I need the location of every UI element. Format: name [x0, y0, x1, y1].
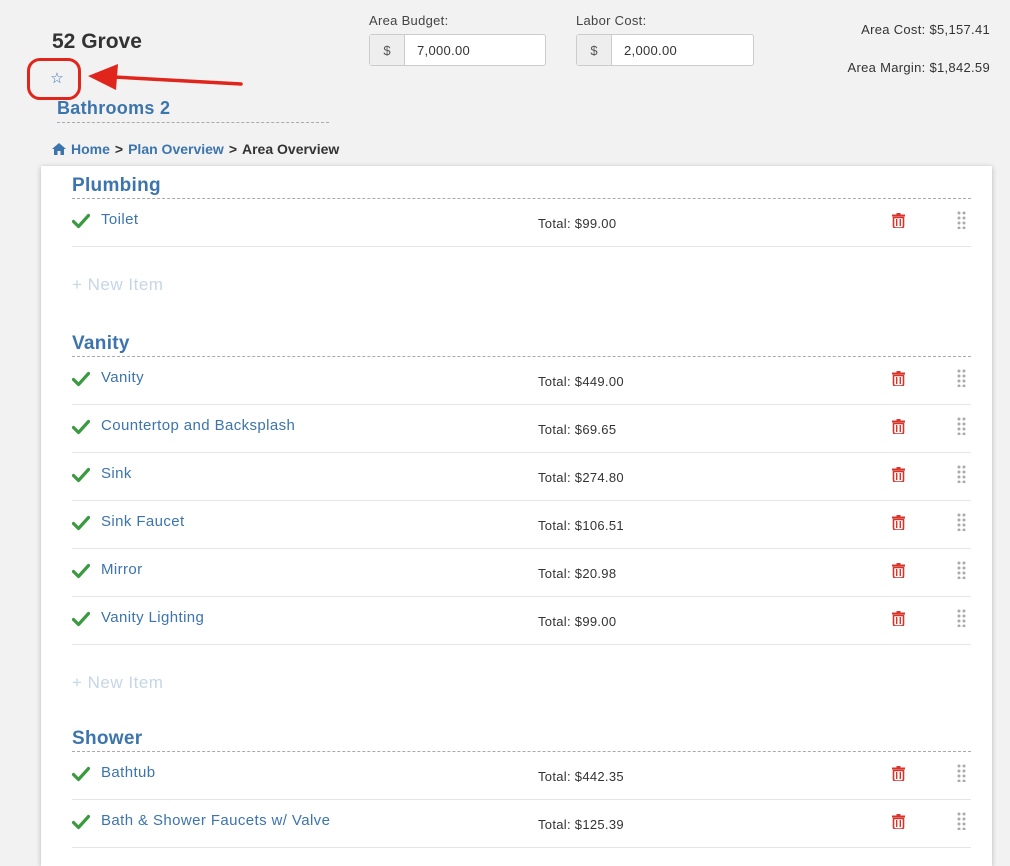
- area-budget-group: Area Budget: $: [369, 13, 546, 66]
- trash-icon[interactable]: [892, 814, 905, 829]
- trash-icon[interactable]: [892, 467, 905, 482]
- trash-icon[interactable]: [892, 766, 905, 781]
- currency-prefix: $: [577, 35, 612, 65]
- area-budget-label: Area Budget:: [369, 13, 449, 28]
- drag-handle-icon[interactable]: [957, 609, 966, 627]
- list-item: Bath & Shower Faucets w/ Valve Total: $1…: [72, 800, 971, 848]
- item-total: Total: $449.00: [538, 374, 624, 389]
- item-total: Total: $274.80: [538, 470, 624, 485]
- trash-icon[interactable]: [892, 515, 905, 530]
- item-total: Total: $20.98: [538, 566, 617, 581]
- drag-handle-icon[interactable]: [957, 764, 966, 782]
- project-title: 52 Grove: [52, 30, 142, 53]
- breadcrumb-separator: >: [114, 141, 124, 157]
- labor-cost-group: Labor Cost: $: [576, 13, 754, 66]
- list-item: Toilet Total: $99.00: [72, 199, 971, 247]
- breadcrumb-separator: >: [228, 141, 237, 157]
- item-name[interactable]: Mirror: [101, 561, 143, 578]
- new-item-button[interactable]: + New Item: [72, 645, 971, 703]
- item-total: Total: $106.51: [538, 518, 624, 533]
- section-title: Plumbing: [72, 174, 971, 199]
- item-total: Total: $442.35: [538, 769, 624, 784]
- list-item: Vanity Lighting Total: $99.00: [72, 597, 971, 645]
- item-total: Total: $69.65: [538, 422, 617, 437]
- check-icon: [72, 371, 90, 387]
- area-budget-input[interactable]: [405, 35, 545, 65]
- section-title: Vanity: [72, 332, 971, 357]
- item-name[interactable]: Toilet: [101, 211, 138, 228]
- item-total: Total: $99.00: [538, 216, 617, 231]
- drag-handle-icon[interactable]: [957, 812, 966, 830]
- annotation-arrow-icon: [88, 64, 243, 90]
- home-icon[interactable]: [52, 143, 66, 155]
- item-name[interactable]: Countertop and Backsplash: [101, 417, 295, 434]
- list-item: Bathtub Total: $442.35: [72, 752, 971, 800]
- section-vanity: Vanity Vanity Total: $449.00 Countertop …: [72, 332, 971, 703]
- star-icon[interactable]: ☆: [48, 70, 66, 88]
- item-total: Total: $125.39: [538, 817, 624, 832]
- section-plumbing: Plumbing Toilet Total: $99.00 + New Item: [72, 174, 971, 305]
- area-items-panel: Plumbing Toilet Total: $99.00 + New Item…: [41, 166, 992, 866]
- drag-handle-icon[interactable]: [957, 211, 966, 229]
- item-name[interactable]: Vanity: [101, 369, 144, 386]
- area-name[interactable]: Bathrooms 2: [57, 98, 329, 123]
- labor-cost-field: $: [576, 34, 754, 66]
- page-header: 52 Grove ☆ Bathrooms 2 Home > Plan Overv…: [0, 0, 1010, 166]
- check-icon: [72, 766, 90, 782]
- section-shower: Shower Bathtub Total: $442.35 Bath & Sho…: [72, 727, 971, 848]
- drag-handle-icon[interactable]: [957, 513, 966, 531]
- trash-icon[interactable]: [892, 419, 905, 434]
- check-icon: [72, 611, 90, 627]
- check-icon: [72, 419, 90, 435]
- area-budget-field: $: [369, 34, 546, 66]
- item-name[interactable]: Vanity Lighting: [101, 609, 204, 626]
- list-item: Sink Faucet Total: $106.51: [72, 501, 971, 549]
- trash-icon[interactable]: [892, 371, 905, 386]
- currency-prefix: $: [370, 35, 405, 65]
- trash-icon[interactable]: [892, 563, 905, 578]
- drag-handle-icon[interactable]: [957, 369, 966, 387]
- drag-handle-icon[interactable]: [957, 561, 966, 579]
- drag-handle-icon[interactable]: [957, 465, 966, 483]
- item-name[interactable]: Bathtub: [101, 764, 156, 781]
- list-item: Vanity Total: $449.00: [72, 357, 971, 405]
- item-name[interactable]: Sink: [101, 465, 132, 482]
- labor-cost-label: Labor Cost:: [576, 13, 647, 28]
- list-item: Countertop and Backsplash Total: $69.65: [72, 405, 971, 453]
- breadcrumb-plan-overview-link[interactable]: Plan Overview: [128, 141, 224, 157]
- breadcrumb-home-link[interactable]: Home: [71, 141, 110, 157]
- section-title: Shower: [72, 727, 971, 752]
- area-cost: Area Cost: $5,157.41: [861, 22, 990, 37]
- check-icon: [72, 213, 90, 229]
- trash-icon[interactable]: [892, 611, 905, 626]
- item-name[interactable]: Sink Faucet: [101, 513, 185, 530]
- new-item-button[interactable]: + New Item: [72, 247, 971, 305]
- check-icon: [72, 814, 90, 830]
- area-margin: Area Margin: $1,842.59: [847, 60, 990, 75]
- check-icon: [72, 515, 90, 531]
- item-name[interactable]: Bath & Shower Faucets w/ Valve: [101, 812, 330, 829]
- breadcrumb-current: Area Overview: [242, 141, 340, 157]
- labor-cost-input[interactable]: [612, 35, 753, 65]
- list-item: Mirror Total: $20.98: [72, 549, 971, 597]
- drag-handle-icon[interactable]: [957, 417, 966, 435]
- trash-icon[interactable]: [892, 213, 905, 228]
- check-icon: [72, 467, 90, 483]
- check-icon: [72, 563, 90, 579]
- item-total: Total: $99.00: [538, 614, 617, 629]
- breadcrumb: Home > Plan Overview > Area Overview: [52, 141, 339, 157]
- list-item: Sink Total: $274.80: [72, 453, 971, 501]
